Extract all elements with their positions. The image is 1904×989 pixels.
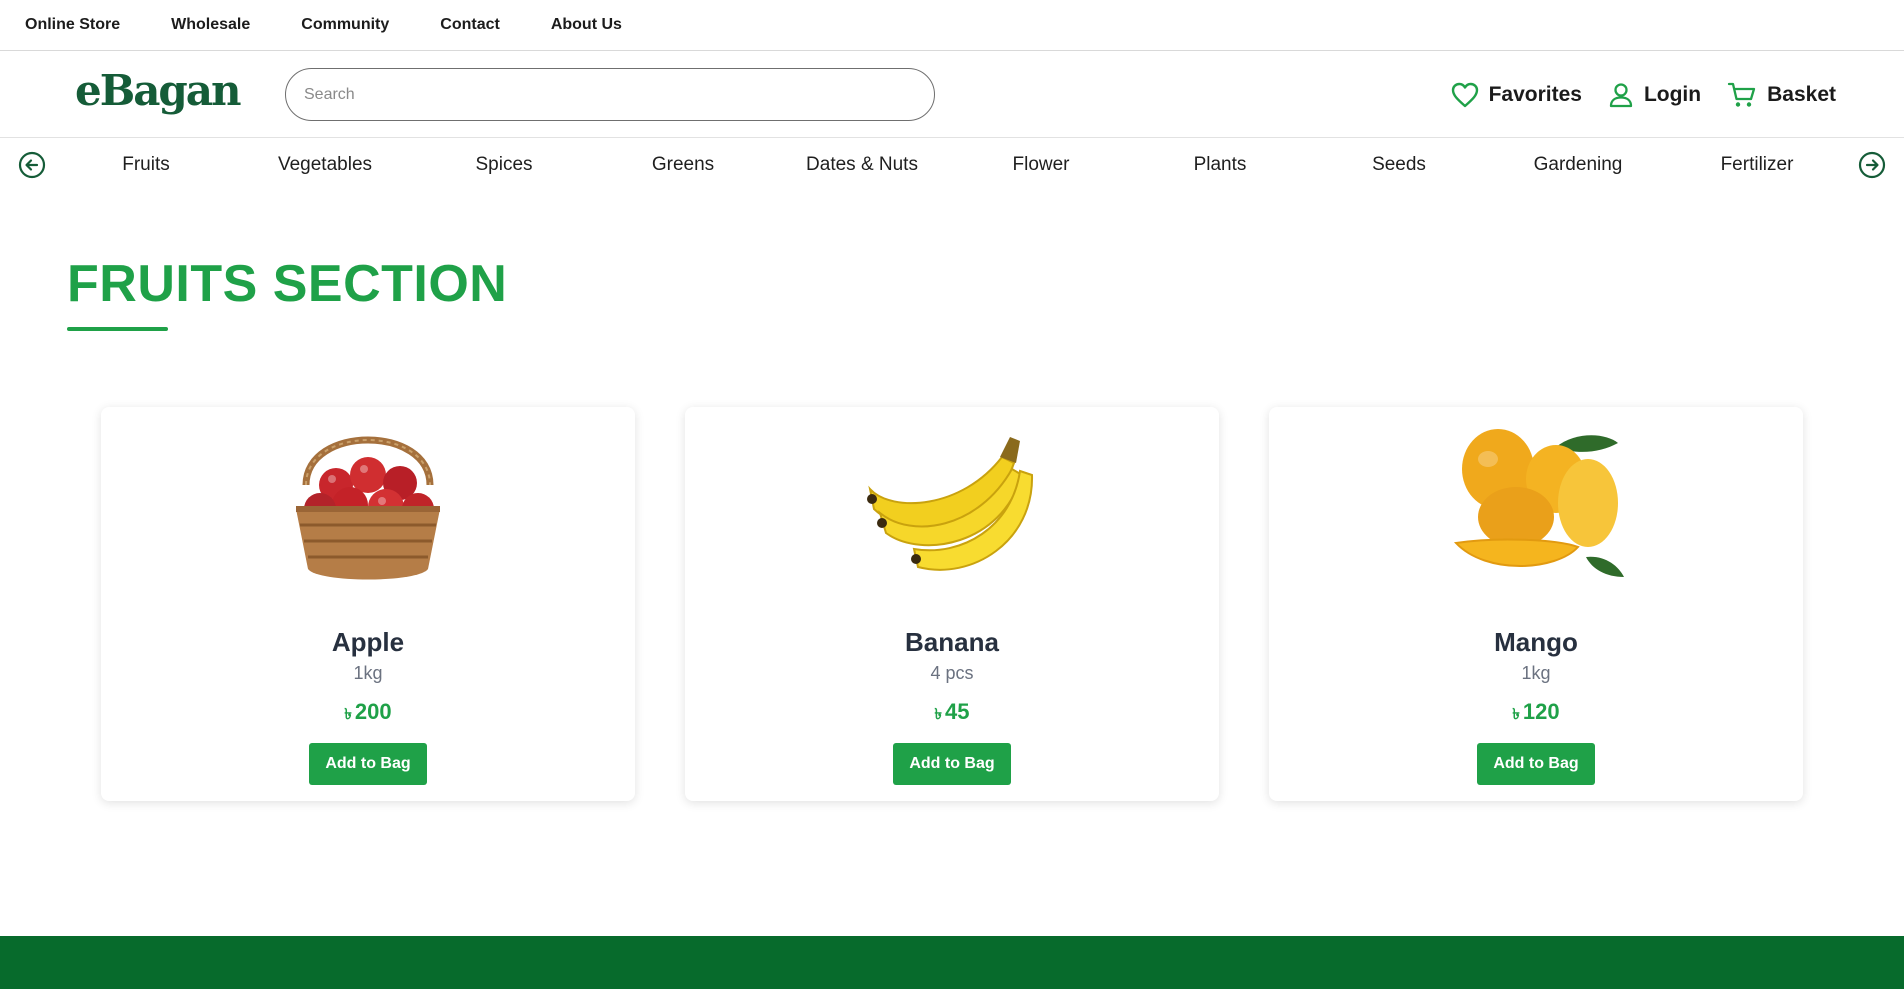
product-price: ৳ 120 bbox=[1269, 699, 1803, 728]
top-nav-wholesale[interactable]: Wholesale bbox=[171, 16, 250, 34]
price-value: 200 bbox=[354, 699, 392, 724]
basket-link[interactable]: Basket bbox=[1727, 81, 1836, 109]
product-name: Banana bbox=[905, 627, 999, 657]
arrow-right-circle-icon[interactable] bbox=[1858, 151, 1886, 179]
product-card-mango: Mango 1kg ৳ 120 Add to Bag bbox=[1269, 407, 1803, 801]
search-box bbox=[285, 68, 935, 121]
arrow-left-circle-icon[interactable] bbox=[18, 151, 46, 179]
add-to-bag-button[interactable]: Add to Bag bbox=[309, 743, 427, 785]
section-title: FRUITS SECTION bbox=[67, 255, 508, 313]
category-vegetables[interactable]: Vegetables bbox=[278, 154, 372, 176]
product-price: ৳ 200 bbox=[101, 699, 635, 728]
category-plants[interactable]: Plants bbox=[1194, 154, 1247, 176]
heart-icon bbox=[1451, 82, 1479, 108]
top-nav: Online Store Wholesale Community Contact… bbox=[0, 0, 1904, 51]
product-card-banana: Banana 4 pcs ৳ 45 Add to Bag bbox=[685, 407, 1219, 801]
category-fruits[interactable]: Fruits bbox=[122, 154, 170, 176]
product-name: Mango bbox=[1494, 627, 1578, 657]
top-nav-community[interactable]: Community bbox=[301, 16, 389, 34]
login-link[interactable]: Login bbox=[1608, 82, 1701, 108]
currency-symbol: ৳ bbox=[934, 706, 942, 723]
category-fertilizer[interactable]: Fertilizer bbox=[1721, 154, 1794, 176]
banana-image bbox=[852, 417, 1052, 587]
top-nav-about-us[interactable]: About Us bbox=[551, 16, 622, 34]
basket-label: Basket bbox=[1767, 82, 1836, 106]
currency-symbol: ৳ bbox=[344, 706, 352, 723]
category-gardening[interactable]: Gardening bbox=[1534, 154, 1623, 176]
section-title-underline bbox=[67, 327, 168, 331]
apple-basket-image bbox=[268, 417, 468, 587]
top-nav-online-store[interactable]: Online Store bbox=[25, 16, 120, 34]
user-icon bbox=[1608, 82, 1634, 108]
add-to-bag-button[interactable]: Add to Bag bbox=[1477, 743, 1595, 785]
login-label: Login bbox=[1643, 82, 1702, 106]
price-value: 45 bbox=[945, 699, 970, 724]
cart-icon bbox=[1727, 81, 1757, 109]
product-unit: 1kg bbox=[353, 663, 383, 683]
category-flower[interactable]: Flower bbox=[1012, 154, 1069, 176]
category-dates-nuts[interactable]: Dates & Nuts bbox=[806, 154, 918, 176]
site-logo[interactable]: eBagan bbox=[75, 66, 242, 115]
category-spices[interactable]: Spices bbox=[475, 154, 532, 176]
category-greens[interactable]: Greens bbox=[652, 154, 714, 176]
header-actions: Favorites Login Basket bbox=[1451, 51, 1836, 138]
product-name: Apple bbox=[331, 627, 405, 657]
product-price: ৳ 45 bbox=[685, 699, 1219, 728]
category-seeds[interactable]: Seeds bbox=[1372, 154, 1426, 176]
category-bar: Fruits Vegetables Spices Greens Dates & … bbox=[0, 139, 1904, 191]
site-footer bbox=[0, 936, 1904, 989]
add-to-bag-button[interactable]: Add to Bag bbox=[893, 743, 1011, 785]
favorites-label: Favorites bbox=[1488, 82, 1582, 106]
site-header: eBagan Favorites Login Basket bbox=[0, 51, 1904, 138]
search-input[interactable] bbox=[286, 69, 934, 120]
product-card-apple: Apple 1kg ৳ 200 Add to Bag bbox=[101, 407, 635, 801]
logo-text: eBagan bbox=[75, 66, 242, 115]
product-unit: 4 pcs bbox=[930, 663, 974, 683]
top-nav-contact[interactable]: Contact bbox=[440, 16, 500, 34]
price-value: 120 bbox=[1522, 699, 1560, 724]
product-unit: 1kg bbox=[1521, 663, 1551, 683]
mango-image bbox=[1436, 417, 1636, 587]
favorites-link[interactable]: Favorites bbox=[1451, 82, 1582, 108]
currency-symbol: ৳ bbox=[1512, 706, 1520, 723]
